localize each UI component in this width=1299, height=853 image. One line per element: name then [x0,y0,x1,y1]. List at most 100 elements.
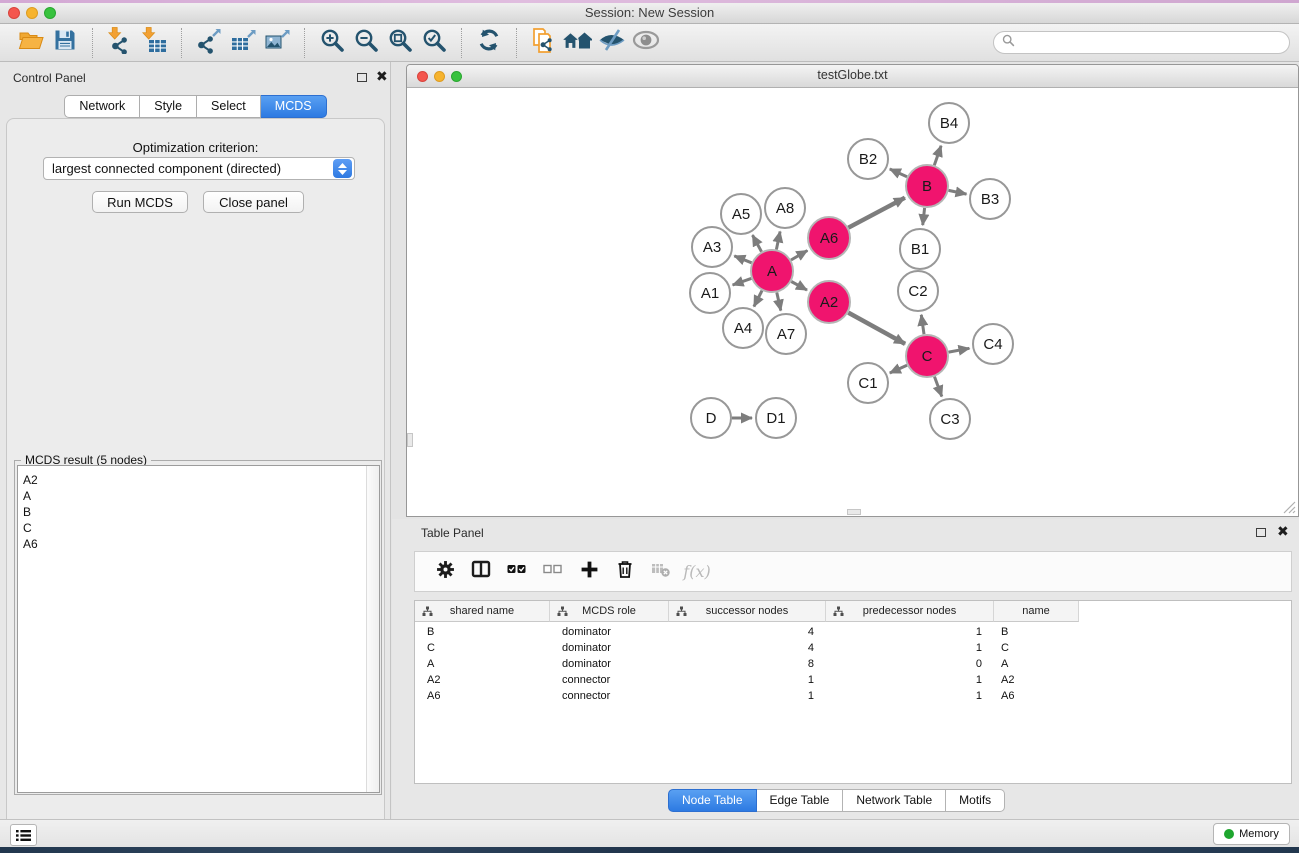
cell-shared-name[interactable]: A6 [415,690,550,702]
cell-name[interactable]: A2 [994,674,1079,686]
cell-shared-name[interactable]: A2 [415,674,550,686]
show-columns-button[interactable] [463,556,499,588]
cell-name[interactable]: A [994,658,1079,670]
open-session-button[interactable] [14,28,48,58]
cell-MCDS-role[interactable]: dominator [550,626,669,638]
hide-selected-button[interactable] [595,28,629,58]
edge-B-B3[interactable] [949,190,967,194]
zoom-network-button[interactable] [451,71,462,82]
network-canvas[interactable]: B4B2BB3A5A8A6B1A3AC2A1A2A4A7C4CC1C3DD1 [407,88,1298,516]
graph-node-A7[interactable]: A7 [766,314,806,354]
edge-A-A7[interactable] [777,293,781,311]
save-session-button[interactable] [48,28,82,58]
cell-shared-name[interactable]: B [415,626,550,638]
tab-motifs[interactable]: Motifs [946,789,1005,812]
memory-button[interactable]: Memory [1213,823,1290,845]
edge-A2-C[interactable] [848,313,905,344]
add-column-button[interactable] [571,556,607,588]
table-row[interactable]: Adominator80A [415,656,1291,672]
search-field[interactable] [993,31,1290,54]
tab-edge-table[interactable]: Edge Table [757,789,844,812]
network-window-titlebar[interactable]: testGlobe.txt [407,65,1298,88]
cell-predecessor-nodes[interactable]: 1 [826,626,994,638]
cell-predecessor-nodes[interactable]: 1 [826,642,994,654]
graph-node-B1[interactable]: B1 [900,229,940,269]
edge-C-C1[interactable] [890,365,907,373]
mcds-result-list[interactable]: A2ABCA6 [17,465,380,793]
cell-shared-name[interactable]: C [415,642,550,654]
table-row[interactable]: Cdominator41C [415,640,1291,656]
edge-C-C2[interactable] [921,315,924,334]
column-header-successor-nodes[interactable]: successor nodes [669,601,826,622]
mcds-result-item[interactable]: A6 [18,536,379,552]
zoom-in-button[interactable] [315,28,349,58]
mcds-result-item[interactable]: B [18,504,379,520]
edge-B-B2[interactable] [890,169,907,177]
graph-node-C1[interactable]: C1 [848,363,888,403]
tab-select[interactable]: Select [197,95,261,118]
tab-node-table[interactable]: Node Table [668,789,757,812]
panel-menu-button[interactable] [10,824,37,846]
cell-successor-nodes[interactable]: 1 [669,674,826,686]
criterion-dropdown[interactable]: largest connected component (directed) [43,157,355,180]
graph-node-A1[interactable]: A1 [690,273,730,313]
graph-node-A2[interactable]: A2 [808,281,850,323]
close-network-button[interactable] [417,71,428,82]
cell-predecessor-nodes[interactable]: 1 [826,674,994,686]
graph-node-C3[interactable]: C3 [930,399,970,439]
cell-MCDS-role[interactable]: connector [550,690,669,702]
graph-node-A8[interactable]: A8 [765,188,805,228]
minimize-network-button[interactable] [434,71,445,82]
graph-node-A3[interactable]: A3 [692,227,732,267]
graph-node-B2[interactable]: B2 [848,139,888,179]
tab-mcds[interactable]: MCDS [261,95,327,118]
cell-successor-nodes[interactable]: 4 [669,642,826,654]
graph-node-B3[interactable]: B3 [970,179,1010,219]
export-image-button[interactable] [260,28,294,58]
horizontal-scroll-grip[interactable] [847,509,861,515]
mcds-result-item[interactable]: A2 [18,472,379,488]
edge-C-C3[interactable] [935,377,942,397]
search-input[interactable] [1015,34,1289,52]
deselect-all-button[interactable] [535,556,571,588]
cell-name[interactable]: B [994,626,1079,638]
column-header-predecessor-nodes[interactable]: predecessor nodes [826,601,994,622]
mcds-result-item[interactable]: C [18,520,379,536]
clone-network-button[interactable] [527,28,561,58]
scrollbar-track[interactable] [366,466,379,792]
graph-node-A6[interactable]: A6 [808,217,850,259]
minimize-window-button[interactable] [26,7,38,19]
cell-predecessor-nodes[interactable]: 0 [826,658,994,670]
zoom-out-button[interactable] [349,28,383,58]
mcds-result-item[interactable]: A [18,488,379,504]
select-all-button[interactable] [499,556,535,588]
vertical-scroll-grip[interactable] [407,433,413,447]
cell-predecessor-nodes[interactable]: 1 [826,690,994,702]
table-row[interactable]: A6connector11A6 [415,688,1291,704]
column-header-MCDS-role[interactable]: MCDS role [550,601,669,622]
resize-grip-icon[interactable] [1283,501,1296,514]
edge-A6-B[interactable] [848,198,905,228]
cell-MCDS-role[interactable]: dominator [550,658,669,670]
graph-node-D1[interactable]: D1 [756,398,796,438]
cell-name[interactable]: A6 [994,690,1079,702]
edge-A-A1[interactable] [733,278,752,285]
column-header-shared-name[interactable]: shared name [415,601,550,622]
float-panel-icon[interactable] [1256,528,1266,537]
zoom-fit-button[interactable] [383,28,417,58]
export-network-button[interactable] [192,28,226,58]
edge-A-A8[interactable] [776,232,780,250]
graph-node-A4[interactable]: A4 [723,308,763,348]
export-table-button[interactable] [226,28,260,58]
cell-name[interactable]: C [994,642,1079,654]
close-panel-icon[interactable]: ✖ [376,71,388,81]
graph-node-B[interactable]: B [906,165,948,207]
edge-B-B1[interactable] [923,208,925,225]
table-row[interactable]: Bdominator41B [415,624,1291,640]
graph-node-C2[interactable]: C2 [898,271,938,311]
column-header-name[interactable]: name [994,601,1079,622]
graph-node-D[interactable]: D [691,398,731,438]
edge-A-A3[interactable] [734,256,751,263]
graph-node-A5[interactable]: A5 [721,194,761,234]
delete-columns-button[interactable] [607,556,643,588]
